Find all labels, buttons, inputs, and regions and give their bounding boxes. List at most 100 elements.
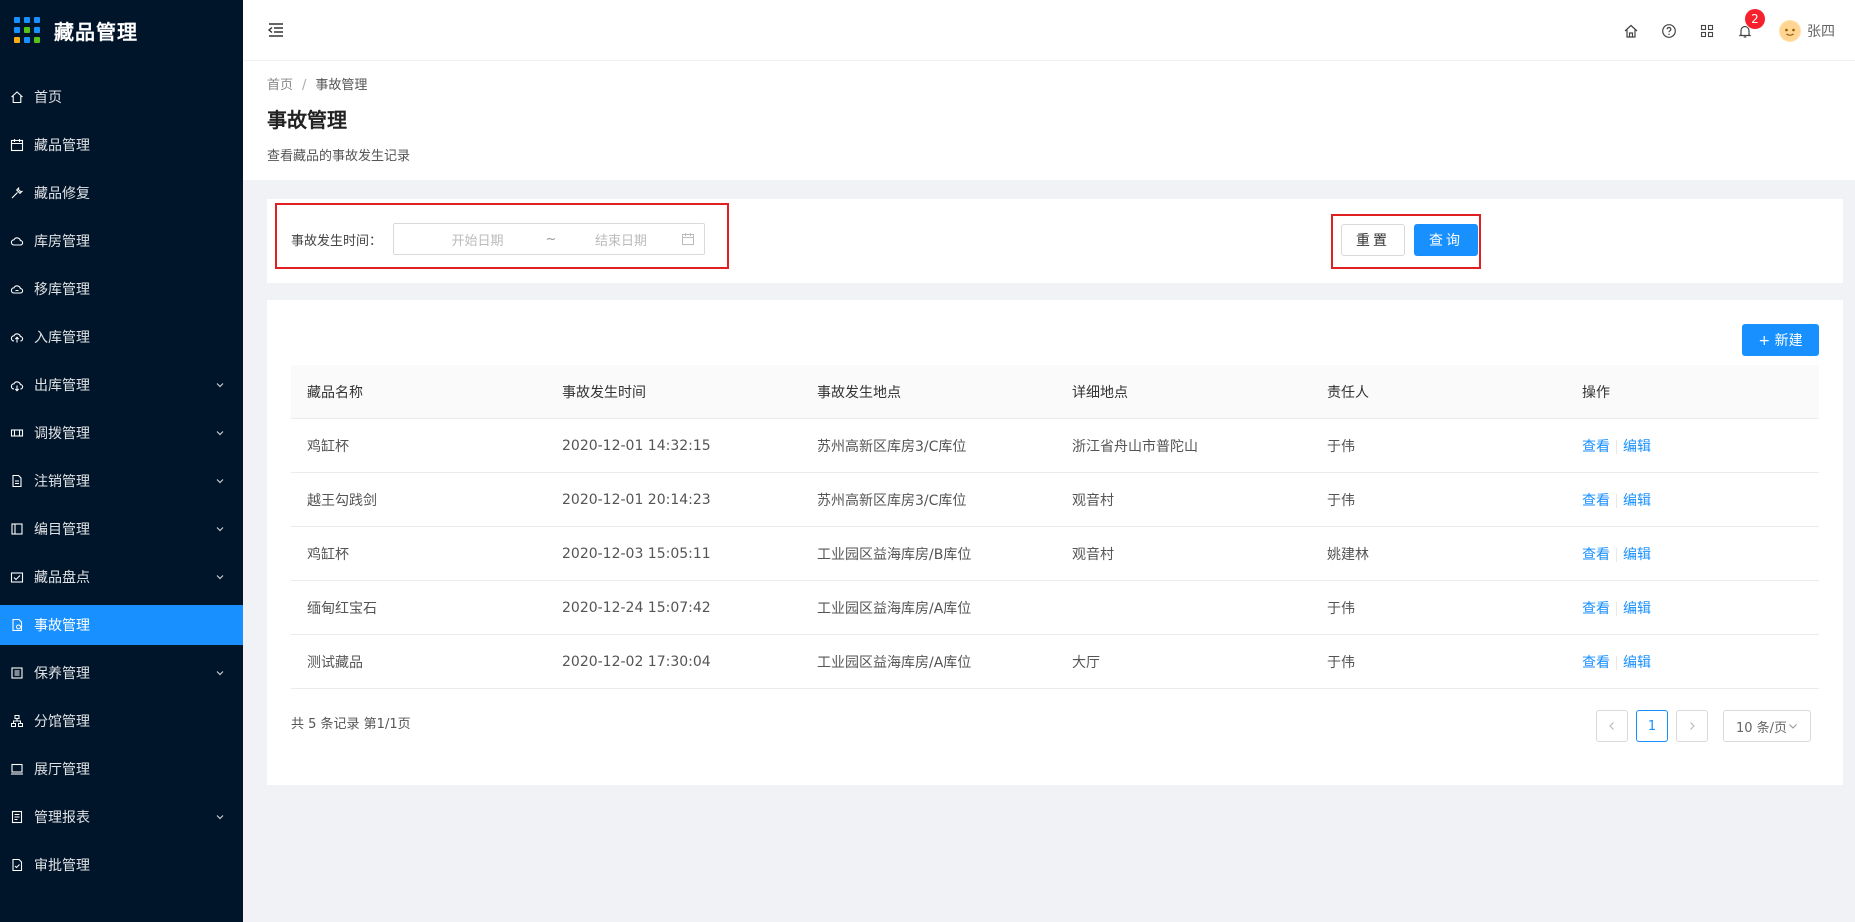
cell-accident-place: 工业园区益海库房/B库位	[817, 546, 972, 563]
column-header: 详细地点	[1072, 384, 1128, 401]
avatar	[1779, 19, 1801, 42]
table-row: 鸡缸杯 2020-12-01 14:32:15 苏州高新区库房3/C库位 浙江省舟山市…	[291, 419, 1819, 473]
chevron-down-icon	[215, 812, 225, 822]
user-name: 张四	[1807, 23, 1835, 40]
sidebar-item-3[interactable]: 库房管理	[0, 221, 243, 261]
sidebar-item-2[interactable]: 藏品修复	[0, 173, 243, 213]
prev-page-button[interactable]	[1596, 710, 1628, 742]
sidebar-item-1[interactable]: 藏品管理	[0, 125, 243, 165]
chevron-down-icon	[1789, 724, 1797, 729]
help-icon[interactable]	[1661, 23, 1677, 39]
sidebar-item-label: 管理报表	[34, 810, 90, 826]
sidebar-item-label: 首页	[34, 90, 62, 106]
action-divider	[1616, 547, 1617, 562]
sidebar-item-label: 编目管理	[34, 522, 90, 538]
wrench-icon	[10, 186, 24, 200]
date-range-picker[interactable]: 开始日期 ~ 结束日期	[393, 223, 705, 255]
hall-icon	[10, 762, 24, 776]
reset-button[interactable]: 重置	[1341, 224, 1405, 256]
view-link[interactable]: 查看	[1582, 493, 1610, 509]
cell-actions: 查看 编辑	[1566, 544, 1819, 564]
table-row: 测试藏品 2020-12-02 17:30:04 工业园区益海库房/A库位 大厅 于伟 查…	[291, 635, 1819, 689]
file-icon	[10, 474, 24, 488]
view-link[interactable]: 查看	[1582, 547, 1610, 563]
page-size-value: 10 条/页	[1735, 720, 1788, 736]
sidebar-item-15[interactable]: 管理报表	[0, 797, 243, 837]
logo[interactable]: 藏品管理	[0, 0, 243, 60]
view-link[interactable]: 查看	[1582, 439, 1610, 455]
sidebar-item-8[interactable]: 注销管理	[0, 461, 243, 501]
query-button[interactable]: 查询	[1414, 224, 1478, 256]
bell-icon[interactable]: 2	[1737, 8, 1765, 39]
breadcrumb-separator: /	[302, 78, 307, 93]
branch-icon	[10, 714, 24, 728]
edit-link[interactable]: 编辑	[1623, 547, 1651, 563]
cell-responsible-person: 姚建林	[1327, 546, 1369, 563]
cell-collection-name: 鸡缸杯	[307, 438, 349, 455]
edit-link[interactable]: 编辑	[1623, 601, 1651, 617]
cell-accident-time: 2020-12-24 15:07:42	[562, 599, 711, 616]
sidebar-item-13[interactable]: 分馆管理	[0, 701, 243, 741]
column-header: 事故发生地点	[817, 384, 901, 401]
approval-icon	[10, 858, 24, 872]
edit-link[interactable]: 编辑	[1623, 439, 1651, 455]
top-header: 2 张四	[243, 0, 1855, 61]
cell-collection-name: 缅甸红宝石	[307, 600, 377, 617]
sidebar-item-7[interactable]: 调拨管理	[0, 413, 243, 453]
cell-actions: 查看 编辑	[1566, 598, 1819, 618]
sidebar-item-6[interactable]: 出库管理	[0, 365, 243, 405]
cell-collection-name: 鸡缸杯	[307, 546, 349, 563]
page-number-button[interactable]: 1	[1636, 710, 1668, 742]
sidebar-item-5[interactable]: 入库管理	[0, 317, 243, 357]
edit-link[interactable]: 编辑	[1623, 493, 1651, 509]
new-button[interactable]: + 新建	[1742, 324, 1819, 356]
report-icon	[10, 810, 24, 824]
chevron-down-icon	[215, 524, 225, 534]
sidebar-item-14[interactable]: 展厅管理	[0, 749, 243, 789]
home-icon	[10, 90, 24, 104]
sidebar-item-0[interactable]: 首页	[0, 77, 243, 117]
user-menu[interactable]: 张四	[1779, 19, 1835, 42]
column-header: 事故发生时间	[562, 384, 646, 401]
sidebar-menu: 首页藏品管理藏品修复库房管理移库管理入库管理出库管理调拨管理注销管理编目管理藏品…	[0, 77, 243, 885]
sidebar-item-label: 事故管理	[34, 618, 90, 634]
breadcrumb-home[interactable]: 首页	[267, 78, 293, 93]
home-icon[interactable]	[1623, 23, 1639, 39]
sidebar-item-label: 展厅管理	[34, 762, 90, 778]
page-title: 事故管理	[267, 108, 347, 132]
table-card: + 新建 藏品名称 事故发生时间 事故发生地点 详细地点 责任人 操作 鸡缸杯 2020-1…	[267, 300, 1843, 785]
sidebar-item-12[interactable]: 保养管理	[0, 653, 243, 693]
cell-responsible-person: 于伟	[1327, 600, 1355, 617]
sidebar-item-16[interactable]: 审批管理	[0, 845, 243, 885]
view-link[interactable]: 查看	[1582, 655, 1610, 671]
cell-detail-place: 大厅	[1072, 654, 1100, 671]
table-row: 鸡缸杯 2020-12-03 15:05:11 工业园区益海库房/B库位 观音村 姚建林…	[291, 527, 1819, 581]
sidebar-item-9[interactable]: 编目管理	[0, 509, 243, 549]
next-page-button[interactable]	[1676, 710, 1708, 742]
accident-icon	[10, 618, 24, 632]
start-date-input[interactable]: 开始日期	[394, 230, 531, 249]
cell-accident-place: 苏州高新区库房3/C库位	[817, 438, 967, 455]
chevron-down-icon	[215, 476, 225, 486]
cell-detail-place: 观音村	[1072, 546, 1114, 563]
cloud-upload-icon	[10, 330, 24, 344]
apps-icon[interactable]	[1699, 23, 1715, 39]
cell-collection-name: 越王勾践剑	[307, 492, 377, 509]
pagination: 1 10 条/页	[1588, 710, 1811, 742]
sidebar-item-11[interactable]: 事故管理	[0, 605, 243, 645]
view-link[interactable]: 查看	[1582, 601, 1610, 617]
cell-responsible-person: 于伟	[1327, 654, 1355, 671]
breadcrumb-current: 事故管理	[315, 78, 368, 93]
end-date-input[interactable]: 结束日期	[571, 230, 671, 249]
sidebar-item-10[interactable]: 藏品盘点	[0, 557, 243, 597]
menu-fold-icon[interactable]	[267, 21, 285, 39]
sidebar: 藏品管理 首页 藏品管理 藏品修复 库房管理 移库管理 入库管理 出库管理 调拨管理 注销管理编…	[0, 0, 243, 922]
cell-actions: 查看 编辑	[1566, 436, 1819, 456]
column-header: 藏品名称	[307, 384, 363, 401]
chevron-down-icon	[215, 428, 225, 438]
page-size-select[interactable]: 10 条/页	[1723, 710, 1811, 742]
edit-link[interactable]: 编辑	[1623, 655, 1651, 671]
sidebar-item-4[interactable]: 移库管理	[0, 269, 243, 309]
sidebar-item-label: 入库管理	[34, 330, 90, 346]
chevron-down-icon	[215, 380, 225, 390]
